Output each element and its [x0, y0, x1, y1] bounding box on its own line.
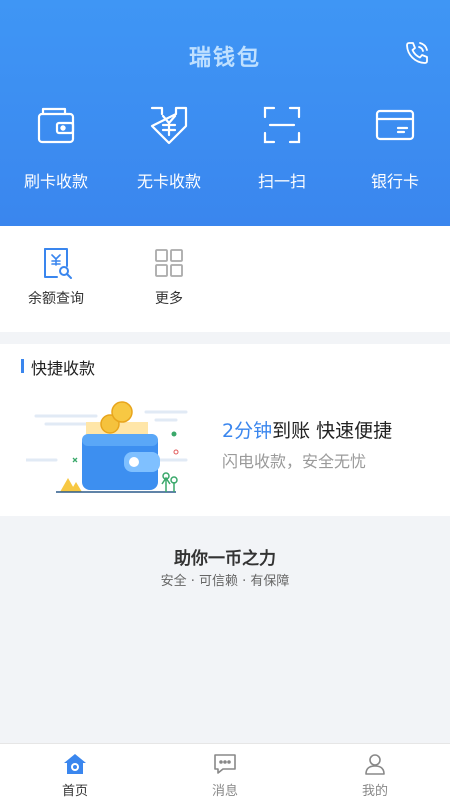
slogan-title: 助你一币之力: [174, 549, 276, 569]
yuan-download-icon: [150, 106, 188, 145]
tab-label: 消息: [211, 784, 238, 799]
quick-pay-subtitle: 闪电收款，安全无忧: [222, 452, 367, 471]
bank-card-button[interactable]: 银行卡: [339, 104, 450, 204]
app-title: 瑞钱包: [188, 46, 261, 71]
bottom-tab-bar: 首页 消息 我的: [0, 743, 450, 800]
tab-profile[interactable]: 我的: [325, 752, 425, 799]
scan-button[interactable]: 扫一扫: [226, 104, 338, 204]
tab-messages[interactable]: 消息: [175, 752, 275, 799]
tools-panel: 余额查询 更多: [0, 226, 450, 332]
balance-search-icon: [44, 248, 72, 279]
action-label: 无卡收款: [136, 172, 201, 191]
cardless-payment-button[interactable]: 无卡收款: [113, 104, 225, 204]
tool-label: 余额查询: [28, 291, 84, 307]
section-title: 快捷收款: [31, 359, 96, 378]
quick-pay-card[interactable]: 快捷收款 2分钟到账 快速便捷 闪电收款，安全无忧: [0, 344, 450, 516]
header: 瑞钱包 刷卡收款 无卡收款 扫一扫 银行卡: [0, 0, 450, 226]
home-icon: [64, 754, 86, 774]
balance-inquiry-button[interactable]: 余额查询: [16, 246, 96, 326]
action-label: 银行卡: [370, 172, 419, 191]
headline-rest: 到账 快速便捷: [272, 420, 393, 442]
scan-icon: [263, 106, 301, 144]
grid-more-icon: [155, 249, 183, 277]
section-marker: [21, 359, 24, 373]
wallet-illustration: [26, 401, 188, 493]
headline-highlight: 2分钟: [222, 420, 273, 442]
action-label: 刷卡收款: [23, 172, 88, 191]
quick-pay-headline: 2分钟到账 快速便捷: [222, 416, 392, 443]
phone-call-icon[interactable]: [402, 38, 432, 68]
swipe-card-payment-button[interactable]: 刷卡收款: [0, 104, 112, 204]
slogan-subtitle: 安全 · 可信赖 · 有保障: [160, 574, 290, 589]
more-button[interactable]: 更多: [129, 246, 209, 326]
tab-label: 我的: [361, 784, 388, 799]
user-icon: [365, 754, 385, 775]
tool-label: 更多: [155, 291, 183, 307]
message-icon: [214, 754, 236, 774]
wallet-card-icon: [37, 107, 75, 144]
tab-label: 首页: [61, 784, 88, 799]
tab-home[interactable]: 首页: [25, 752, 125, 799]
bank-card-icon: [375, 109, 415, 141]
action-label: 扫一扫: [257, 172, 306, 191]
